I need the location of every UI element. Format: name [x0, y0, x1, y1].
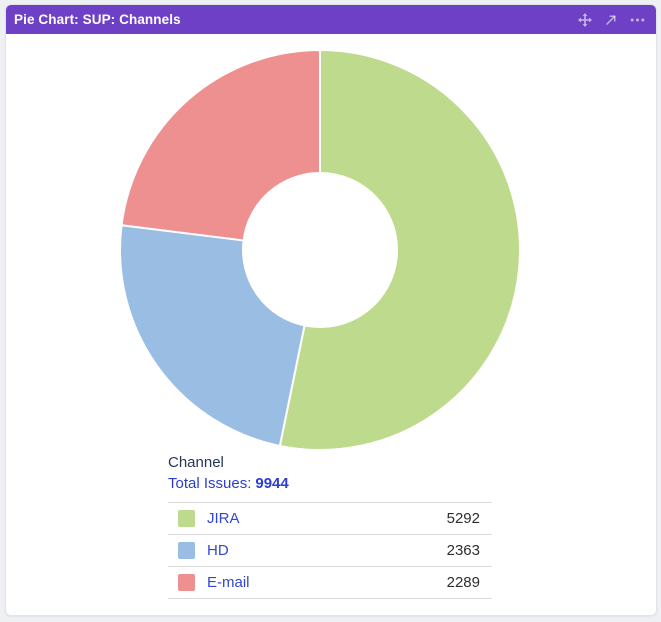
legend-row-jira: JIRA 5292 — [168, 502, 492, 534]
donut-svg[interactable] — [110, 40, 530, 460]
legend-table: JIRA 5292 HD 2363 E-mail 2289 — [168, 502, 492, 599]
legend-value-email: 2289 — [447, 574, 480, 591]
donut-chart[interactable] — [110, 40, 530, 460]
pie-slice-hd[interactable] — [120, 225, 305, 446]
pie-slice-e-mail[interactable] — [122, 50, 320, 240]
expand-icon[interactable] — [604, 13, 618, 27]
legend-row-hd: HD 2363 — [168, 534, 492, 566]
move-icon[interactable] — [577, 12, 593, 28]
legend-swatch-hd — [178, 542, 195, 559]
legend-label-email[interactable]: E-mail — [207, 574, 250, 591]
legend-value-jira: 5292 — [447, 510, 480, 527]
pie-chart-gadget: Pie Chart: SUP: Channels — [5, 4, 657, 616]
legend-value-hd: 2363 — [447, 542, 480, 559]
gadget-header-actions — [577, 12, 646, 28]
more-options-icon[interactable] — [629, 12, 646, 28]
total-issues-value: 9944 — [255, 475, 288, 492]
legend-row-email: E-mail 2289 — [168, 566, 492, 599]
legend-swatch-jira — [178, 510, 195, 527]
legend-label-jira[interactable]: JIRA — [207, 510, 240, 527]
dimension-label: Channel — [168, 452, 289, 473]
legend-label-hd[interactable]: HD — [207, 542, 229, 559]
legend-swatch-email — [178, 574, 195, 591]
total-issues-label: Total Issues: — [168, 475, 251, 492]
total-issues-line: Total Issues:9944 — [168, 473, 289, 494]
chart-summary: Channel Total Issues:9944 — [168, 452, 289, 494]
gadget-header: Pie Chart: SUP: Channels — [6, 5, 656, 34]
gadget-title: Pie Chart: SUP: Channels — [14, 12, 181, 27]
